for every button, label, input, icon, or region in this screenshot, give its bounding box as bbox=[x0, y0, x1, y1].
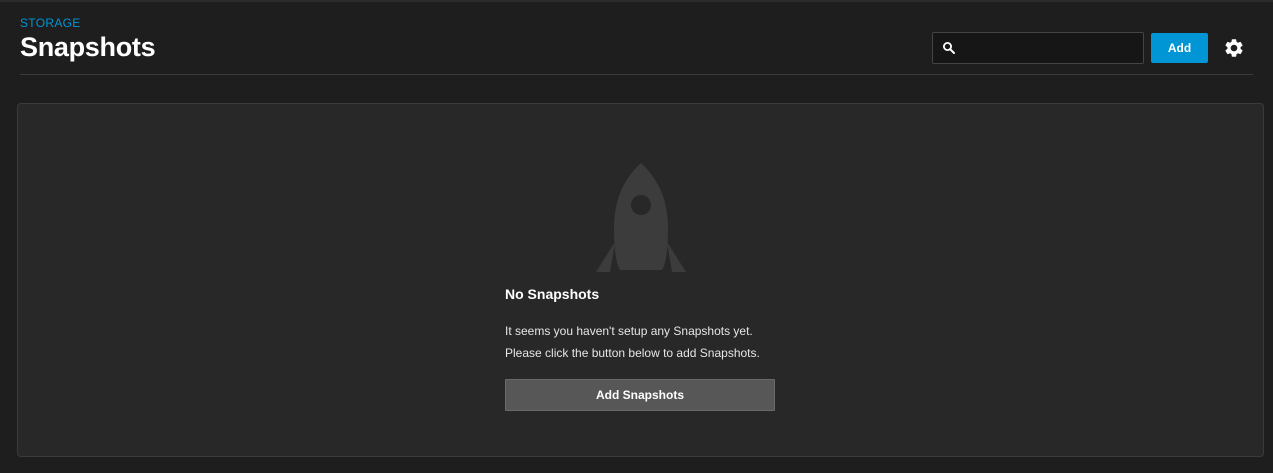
add-button[interactable]: Add bbox=[1151, 33, 1208, 63]
empty-state-message-line: It seems you haven't setup any Snapshots… bbox=[505, 324, 753, 338]
breadcrumb[interactable]: STORAGE bbox=[20, 16, 81, 30]
empty-state-title: No Snapshots bbox=[505, 286, 600, 302]
page-title: Snapshots bbox=[20, 32, 156, 62]
search-box[interactable] bbox=[932, 32, 1144, 65]
empty-state-message: It seems you haven't setup any Snapshots… bbox=[505, 320, 760, 364]
empty-state-message-line: Please click the button below to add Sna… bbox=[505, 346, 760, 360]
rocket-icon bbox=[596, 163, 686, 272]
add-snapshots-button[interactable]: Add Snapshots bbox=[505, 379, 775, 411]
empty-state-card: No Snapshots It seems you haven't setup … bbox=[17, 103, 1264, 457]
search-icon bbox=[943, 42, 955, 54]
search-input[interactable] bbox=[961, 33, 1141, 65]
page-header: STORAGE Snapshots Add bbox=[20, 0, 1253, 75]
gear-icon[interactable] bbox=[1223, 37, 1245, 59]
